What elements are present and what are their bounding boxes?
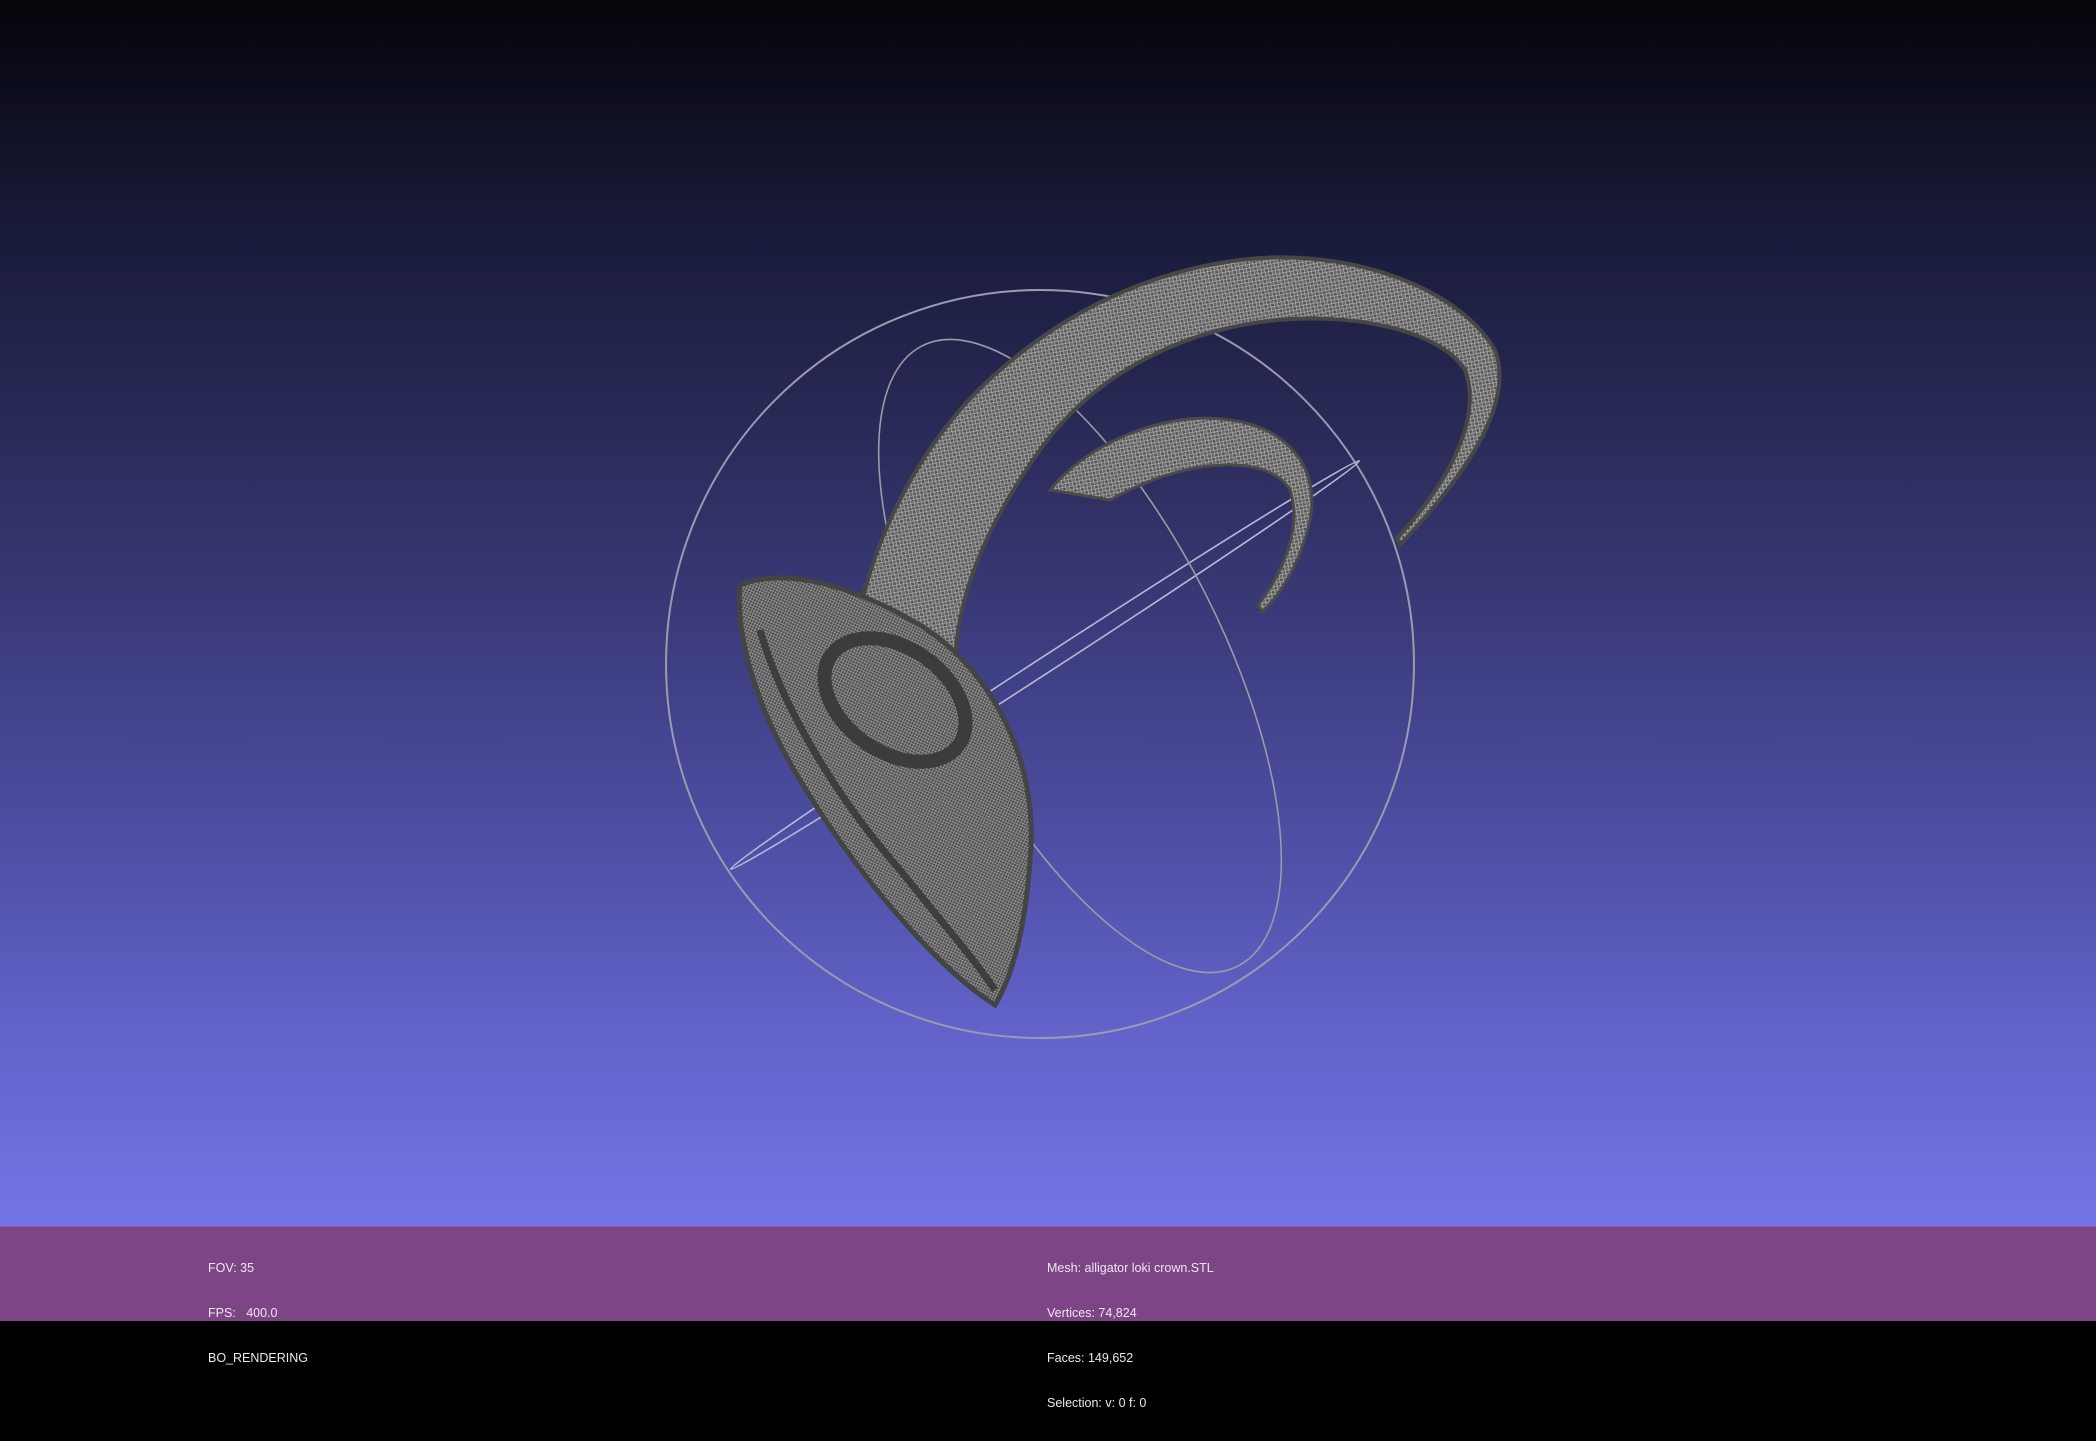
- render-mode-label: BO_RENDERING: [208, 1351, 309, 1365]
- fov-label: FOV: 35: [208, 1261, 255, 1275]
- viewer-info-panel: FOV: 35 FPS: 400.0 BO_RENDERING: [208, 1231, 308, 1396]
- 3d-viewport[interactable]: [0, 0, 2096, 1226]
- mesh-name-label: Mesh: alligator loki crown.STL: [1047, 1261, 1214, 1275]
- fps-label: FPS: 400.0: [208, 1306, 278, 1320]
- mesh-info-panel: Mesh: alligator loki crown.STL Vertices:…: [1047, 1231, 1214, 1441]
- faces-label: Faces: 149,652: [1047, 1351, 1134, 1365]
- info-bar: FOV: 35 FPS: 400.0 BO_RENDERING Mesh: al…: [0, 1226, 2096, 1410]
- vertices-label: Vertices: 74,824: [1047, 1306, 1137, 1320]
- 3d-mesh-model[interactable]: [736, 255, 1502, 1009]
- mesh-small-horn: [1047, 416, 1314, 615]
- scene-canvas[interactable]: [0, 0, 2096, 1226]
- selection-label: Selection: v: 0 f: 0: [1047, 1396, 1147, 1410]
